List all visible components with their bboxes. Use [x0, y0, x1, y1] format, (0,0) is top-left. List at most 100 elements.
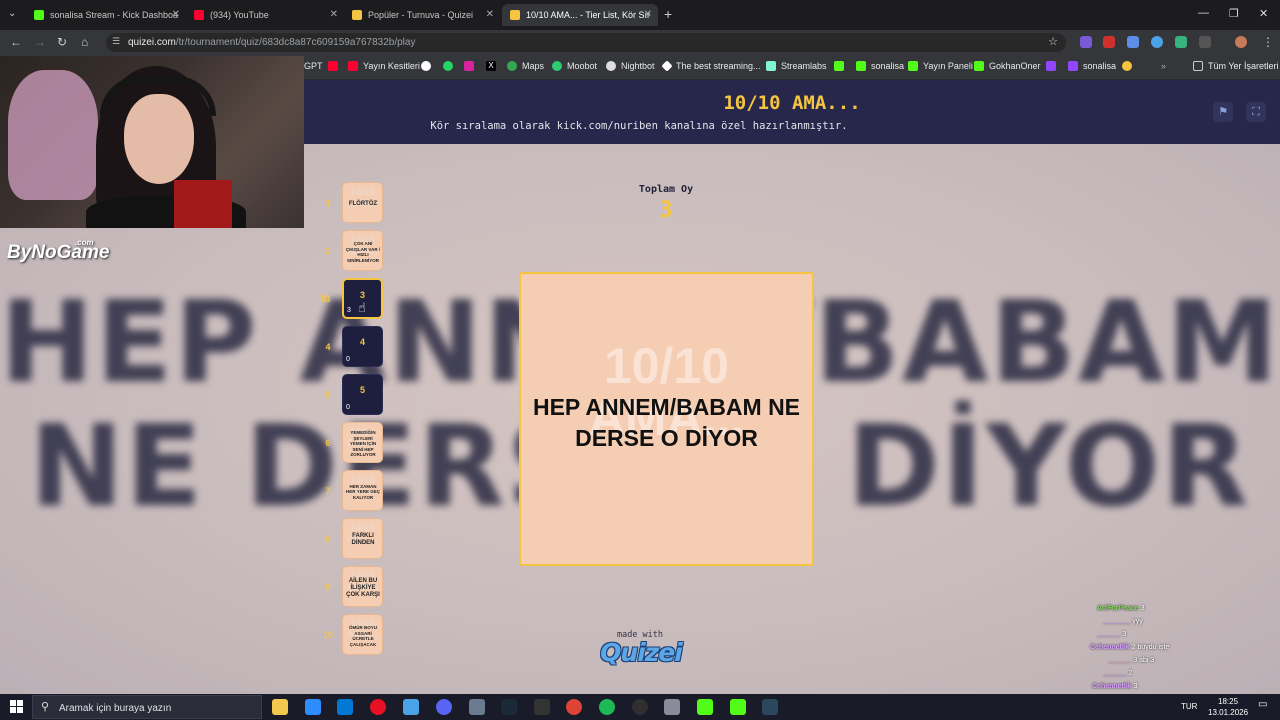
bookmark-item[interactable] [1122, 61, 1137, 71]
bookmark-item[interactable] [834, 61, 849, 71]
tier-rank-number: 4 [325, 342, 331, 352]
moobot-icon [552, 61, 562, 71]
menu-icon[interactable]: ⋮ [1262, 35, 1274, 49]
bookmark-item[interactable]: Streamlabs [766, 61, 827, 71]
youtube-icon [194, 10, 204, 20]
tier-slot-4[interactable]: 40 [342, 326, 383, 367]
tier-slot-8: 10/10 AMA... FARKLI DİNDEN [342, 518, 383, 559]
bookmark-item[interactable]: GPT [304, 61, 323, 71]
chat-text: 3 [1140, 605, 1145, 612]
bookmark-item[interactable] [1046, 61, 1061, 71]
tier-rank-number: 1 [325, 198, 331, 208]
bookmark-item[interactable]: Nightbot [606, 61, 655, 71]
puzzle-icon[interactable] [1199, 36, 1211, 48]
tab-quizei-popular[interactable]: Popüler - Turnuva - Quizei ✕ [344, 4, 500, 26]
chat-text: 2 [1128, 670, 1133, 677]
bookmark-item[interactable]: Moobot [552, 61, 597, 71]
close-icon[interactable]: ✕ [644, 9, 652, 20]
close-icon[interactable]: ✕ [330, 9, 338, 20]
kick-icon[interactable] [697, 699, 713, 715]
tab-youtube[interactable]: (934) YouTube ✕ [186, 4, 344, 26]
home-icon[interactable]: ⌂ [81, 35, 88, 49]
kick-icon [856, 61, 866, 71]
minimize-icon[interactable]: — [1198, 7, 1209, 19]
maximize-icon[interactable]: ❐ [1229, 7, 1239, 20]
tier-rank-number: 7 [325, 486, 331, 496]
fullscreen-button[interactable]: ⛶ [1246, 102, 1266, 122]
close-window-icon[interactable]: ✕ [1259, 7, 1268, 20]
bookmark-item[interactable] [328, 61, 343, 71]
epic-games-icon[interactable] [534, 699, 550, 715]
spotify-icon[interactable] [599, 699, 615, 715]
chrome-icon[interactable] [566, 699, 582, 715]
discord-icon[interactable] [436, 699, 452, 715]
bookmark-item[interactable]: X [486, 61, 501, 71]
address-bar[interactable]: ☰ quizei.com/tr/tournament/quiz/683dc8a8… [106, 33, 1066, 52]
extension-icon[interactable] [1103, 36, 1115, 48]
chat-username: ______ [1103, 670, 1127, 677]
close-icon[interactable]: ✕ [486, 9, 494, 20]
bookmark-item[interactable] [443, 61, 458, 71]
close-icon[interactable]: ✕ [172, 9, 180, 20]
tier-slot-number: 4 [359, 337, 365, 347]
windows-start-icon[interactable] [10, 700, 24, 714]
bookmark-item[interactable]: The best streaming... [661, 60, 761, 72]
obs-icon[interactable] [632, 699, 648, 715]
notification-icon[interactable]: ▭ [1258, 699, 1267, 710]
chat-username: ______ [1097, 631, 1121, 638]
bookmark-item[interactable]: Yayın Kesitleri [348, 61, 420, 71]
report-flag-button[interactable]: ⚑ [1213, 102, 1233, 122]
extension-icon[interactable] [1151, 36, 1163, 48]
language-indicator[interactable]: TUR [1181, 702, 1197, 711]
bookmark-item[interactable]: Yayın Paneli [908, 61, 973, 71]
back-icon[interactable]: ← [10, 35, 22, 49]
bookmark-item[interactable] [421, 61, 436, 71]
tier-slot-5[interactable]: 50 [342, 374, 383, 415]
reload-icon[interactable]: ↻ [57, 35, 67, 49]
chat-message: ArtForPeace 3 [1097, 605, 1145, 612]
nightbot-icon [606, 61, 616, 71]
mouse-cursor-icon: ☝ [358, 300, 366, 315]
total-votes-label: Toplam Oy [638, 184, 694, 195]
tab-quizei-current[interactable]: 10/10 AMA... - Tier List, Kör Sır ✕ [502, 4, 658, 26]
bookmark-star-icon[interactable]: ☆ [1048, 35, 1058, 48]
taskbar-search[interactable]: ⚲ Aramak için buraya yazın [32, 695, 262, 719]
tab-kick-dashboard[interactable]: sonalisa Stream - Kick Dashboa ✕ [26, 4, 186, 26]
extension-icon[interactable] [1175, 36, 1187, 48]
steam-icon[interactable] [501, 699, 517, 715]
bookmark-item[interactable]: GokhanOner [974, 61, 1041, 71]
extension-icon[interactable] [1080, 36, 1092, 48]
bookmark-item[interactable]: sonalisa [856, 61, 904, 71]
bookmark-item[interactable]: sonalisa [1068, 61, 1116, 71]
whatsapp-icon [443, 61, 453, 71]
chat-text: 3 abi 3 [1133, 657, 1155, 664]
app-icon[interactable] [664, 699, 680, 715]
kick-icon[interactable] [730, 699, 746, 715]
tier-slot-label: AİLEN BU İLİŞKİYE ÇOK KARŞI [346, 577, 380, 598]
tier-slot-10: 10/10 AMA... ÖMÜR BOYU ASGARİ ÜCRETLE ÇAL… [342, 614, 383, 655]
new-tab-button[interactable]: + [664, 6, 672, 22]
tier-slot-6: 10/10 AMA... YEMEDİĞİN ŞEYLERİ YEMEN İÇİN… [342, 422, 383, 463]
steam-icon[interactable] [762, 699, 778, 715]
app-icon[interactable] [403, 699, 419, 715]
extension-icon[interactable] [1127, 36, 1139, 48]
mail-icon[interactable] [337, 699, 353, 715]
tab-search-icon[interactable]: ⌄ [8, 8, 16, 19]
more-bookmarks-icon[interactable]: » [1161, 61, 1166, 71]
forward-icon[interactable]: → [34, 35, 46, 49]
file-explorer-icon[interactable] [272, 699, 288, 715]
tier-slot-label: ÖMÜR BOYU ASGARİ ÜCRETLE ÇALIŞACAK [349, 625, 377, 647]
bookmark-item[interactable] [464, 61, 479, 71]
all-bookmarks[interactable]: Tüm Yer İşaretleri [1193, 61, 1279, 71]
bookmark-item[interactable]: Maps [507, 61, 544, 71]
youtube-icon [348, 61, 358, 71]
avatar[interactable] [1235, 36, 1247, 48]
current-item-text: HEP ANNEM/BABAM NE DERSE O DİYOR [532, 394, 801, 451]
chat-username: _______ [1103, 618, 1131, 625]
app-icon[interactable] [469, 699, 485, 715]
taskbar-clock[interactable]: 18:25 13.01.2026 [1208, 696, 1248, 718]
opera-icon[interactable] [370, 699, 386, 715]
store-icon[interactable] [305, 699, 321, 715]
quizei-logo[interactable]: Quizei [596, 638, 686, 667]
site-info-icon[interactable]: ☰ [112, 36, 120, 47]
